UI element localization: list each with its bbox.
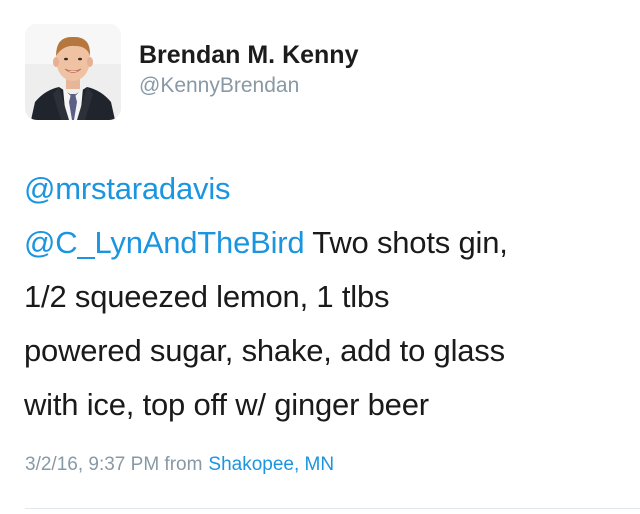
mention-c-lynandthebird[interactable]: @C_LynAndTheBird [24,225,305,260]
tweet-line-4: powered sugar, shake, add to glass [24,333,505,368]
avatar-portrait-image [25,24,121,120]
tweet-line-2: @C_LynAndTheBird Two shots gin, [24,216,629,270]
user-info: Brendan M. Kenny @KennyBrendan [139,40,358,100]
avatar[interactable] [25,24,121,120]
tweet-line-3: 1/2 squeezed lemon, 1 tlbs [24,279,390,314]
tweet-line-1: @mrstaradavis [24,162,629,216]
user-handle[interactable]: @KennyBrendan [139,72,358,100]
divider [25,508,640,509]
tweet-meta: 3/2/16, 9:37 PM from Shakopee, MN [25,452,334,478]
mention-mrstaradavis[interactable]: @mrstaradavis [24,171,231,206]
timestamp[interactable]: 3/2/16, 9:37 PM from [25,454,202,475]
tweet-card: Brendan M. Kenny @KennyBrendan @mrstarad… [0,0,640,514]
tweet-text: @mrstaradavis @C_LynAndTheBird Two shots… [24,162,629,432]
location-link[interactable]: Shakopee, MN [208,454,334,475]
tweet-text-segment: Two shots gin, [304,225,508,260]
tweet-line-5: with ice, top off w/ ginger beer [24,387,429,422]
display-name[interactable]: Brendan M. Kenny [139,40,358,70]
